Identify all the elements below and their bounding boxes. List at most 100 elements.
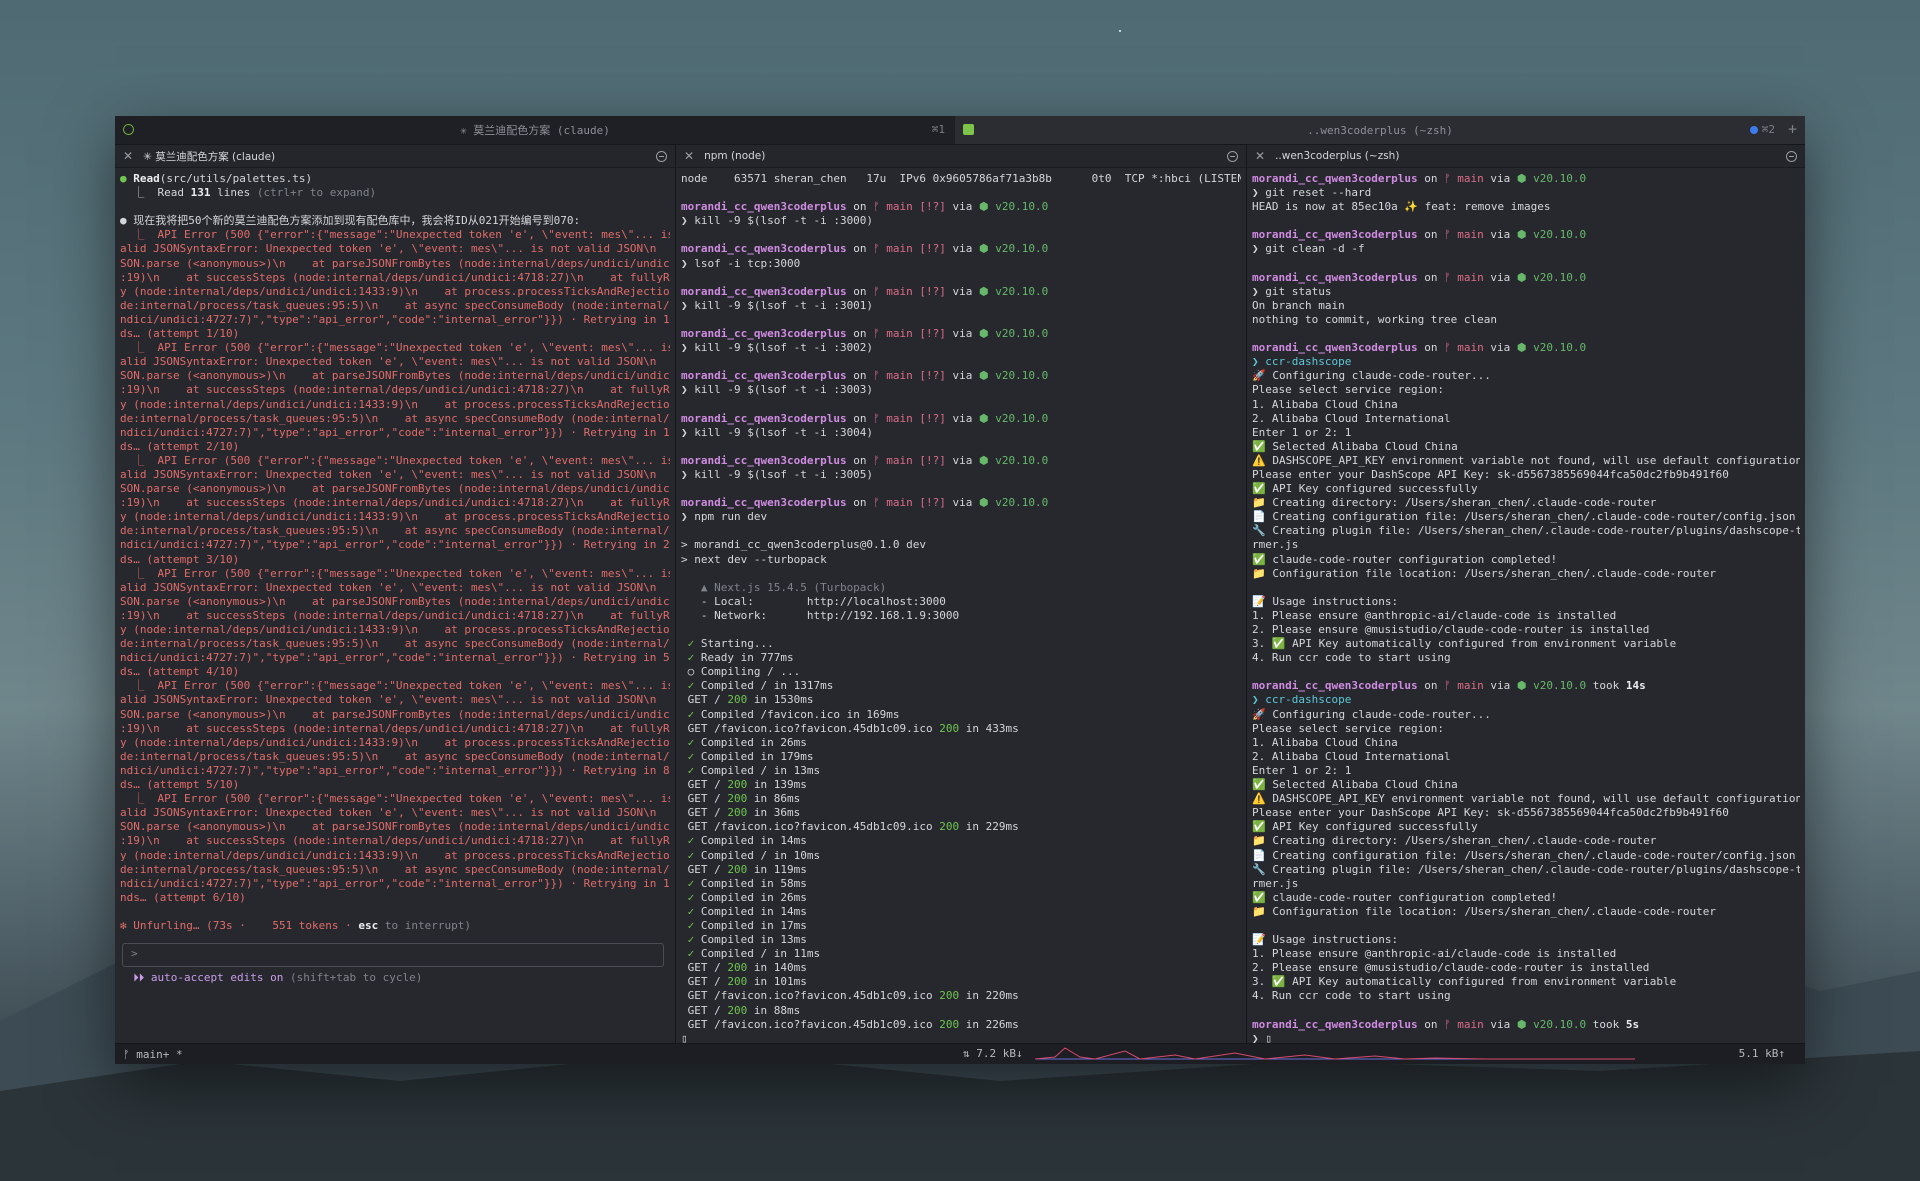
api-error-line: alid JSONSyntaxError: Unexpected token '… [120, 355, 670, 369]
api-error-line: :19)\n at successSteps (node:internal/de… [120, 496, 670, 510]
shell-output: ✅ API Key configured successfully [1252, 482, 1478, 496]
next-version: ▲ Next.js 15.4.5 (Turbopack) [681, 580, 887, 594]
log-line: GET /favicon.ico?favicon.45db1c09.ico 20… [681, 1017, 1019, 1031]
collapse-pane-icon[interactable] [1227, 150, 1238, 162]
api-error-line: ds… (attempt 4/10) [120, 665, 240, 679]
log-line: GET /favicon.ico?favicon.45db1c09.ico 20… [681, 820, 1019, 834]
pane-header: ✕ npm (node) [676, 145, 1246, 168]
api-error-line: ds… (attempt 1/10) [120, 327, 240, 341]
api-error-line: alid JSONSyntaxError: Unexpected token '… [120, 467, 670, 481]
git-branch-status: ᚠ main+ * [123, 1047, 183, 1061]
log-line: GET / 200 in 140ms [681, 961, 807, 975]
shell-prompt: morandi_cc_qwen3coderplus on ᚠ main [!?]… [681, 200, 1049, 214]
api-error-line: ndici/undici:4727:7)","type":"api_error"… [120, 538, 670, 552]
api-error-line: y (node:internal/deps/undici/undici:1433… [120, 397, 670, 411]
claude-pane[interactable]: ✕ ✳ 莫兰迪配色方案 (claude) ● Read(src/utils/pa… [115, 145, 675, 1043]
api-error-line: de:internal/process/task_queues:95:5)\n … [120, 862, 670, 876]
shell-prompt: morandi_cc_qwen3coderplus on ᚠ main [!?]… [681, 284, 1049, 298]
tab-shortcut: ⌘1 [931, 123, 945, 136]
network-down: ⇅ 7.2 kB↓ [963, 1047, 1023, 1060]
shell-output: 📝 Usage instructions: [1252, 933, 1399, 947]
collapse-pane-icon[interactable] [1786, 150, 1797, 162]
log-line: ✓ Compiled in 26ms [681, 735, 807, 749]
api-error-line: ⎿ API Error (500 {"error":{"message":"Un… [120, 566, 670, 580]
close-pane-icon[interactable]: ✕ [684, 149, 694, 163]
shell-output: 📁 Configuration file location: /Users/sh… [1252, 904, 1717, 918]
tab-shortcut: ⌘2 [1749, 123, 1775, 136]
tab-claude[interactable]: ✳ 莫兰迪配色方案 (claude) ⌘1 [115, 116, 955, 144]
shell-prompt-input[interactable]: ❯ ▯ [1252, 1032, 1800, 1043]
api-error-line: y (node:internal/deps/undici/undici:1433… [120, 735, 670, 749]
shell-output: 📁 Creating directory: /Users/sheran_chen… [1252, 834, 1657, 848]
shell-output: ❯ ccr-dashscope [1252, 693, 1352, 707]
log-line: GET / 200 in 88ms [681, 1003, 801, 1017]
shell-output: Enter 1 or 2: 1 [1252, 763, 1352, 777]
shell-command: ❯ kill -9 $(lsof -t -i :3002) [681, 341, 874, 355]
network-up: 5.1 kB↑ [1738, 1047, 1785, 1060]
api-error-line: ⎿ API Error (500 {"error":{"message":"Un… [120, 228, 670, 242]
api-error-line: ndici/undici:4727:7)","type":"api_error"… [120, 763, 670, 777]
api-error-line: alid JSONSyntaxError: Unexpected token '… [120, 693, 670, 707]
npm-pane[interactable]: ✕ npm (node) node 63571 sheran_chen 17u … [675, 145, 1246, 1043]
log-line: ✓ Compiled in 14ms [681, 834, 807, 848]
shell-output: 📁 Configuration file location: /Users/sh… [1252, 566, 1717, 580]
terminal-tab-icon [963, 124, 974, 135]
shell-output: 2. Please ensure @musistudio/claude-code… [1252, 623, 1650, 636]
shell-prompt: morandi_cc_qwen3coderplus on ᚠ main via … [1252, 270, 1587, 284]
api-error-line: ndici/undici:4727:7)","type":"api_error"… [120, 651, 670, 665]
shell-output: 2. Please ensure @musistudio/claude-code… [1252, 961, 1650, 975]
shell-output: 2. Alibaba Cloud International [1252, 749, 1451, 763]
log-line: GET / 200 in 1530ms [681, 693, 814, 707]
network-url: - Network: http://192.168.1.9:3000 [681, 608, 960, 622]
shell-output: 🚀 Configuring claude-code-router... [1252, 369, 1491, 383]
activity-dot-icon [1749, 126, 1758, 134]
terminal-window: ✳ 莫兰迪配色方案 (claude) ⌘1 ..wen3coderplus (~… [115, 116, 1805, 1064]
shell-command: ❯ kill -9 $(lsof -t -i :3000) [681, 214, 874, 228]
shell-output: Please enter your DashScope API Key: sk-… [1252, 467, 1729, 481]
pane-title: ..wen3coderplus (~zsh) [1275, 150, 1400, 162]
shell-output: 1. Alibaba Cloud China [1252, 735, 1398, 749]
api-error-line: ndici/undici:4727:7)","type":"api_error"… [120, 425, 670, 439]
api-error-line: :19)\n at successSteps (node:internal/de… [120, 721, 670, 735]
status-bar: ᚠ main+ * ⇅ 7.2 kB↓ 5.1 kB↑ [115, 1043, 1805, 1064]
log-line: GET / 200 in 101ms [681, 975, 807, 989]
shell-output: Please select service region: [1252, 383, 1445, 397]
new-tab-button[interactable]: + [1788, 120, 1797, 138]
shell-command: ❯ lsof -i tcp:3000 [681, 256, 801, 270]
log-line: ✓ Compiled / in 10ms [681, 848, 821, 862]
api-error-line: ds… (attempt 2/10) [120, 439, 240, 453]
api-error-line: alid JSONSyntaxError: Unexpected token '… [120, 242, 670, 256]
api-error-line: ndici/undici:4727:7)","type":"api_error"… [120, 312, 670, 326]
shell-output: 3. ✅ API Key automatically configured fr… [1252, 637, 1677, 651]
command-history: morandi_cc_qwen3coderplus on ᚠ main [!?]… [681, 186, 1241, 524]
shell-command: ❯ kill -9 $(lsof -t -i :3003) [681, 383, 874, 397]
log-line: GET / 200 in 139ms [681, 778, 807, 792]
zsh-pane[interactable]: ✕ ..wen3coderplus (~zsh) morandi_cc_qwen… [1246, 145, 1805, 1043]
tab-zsh[interactable]: ..wen3coderplus (~zsh) ⌘2 + [955, 116, 1805, 144]
shell-output: 3. ✅ API Key automatically configured fr… [1252, 975, 1677, 989]
read-line: ● Read(src/utils/palettes.ts) [120, 172, 313, 185]
pane-container: ✕ ✳ 莫兰迪配色方案 (claude) ● Read(src/utils/pa… [115, 145, 1805, 1043]
shell-command: ❯ npm run dev [681, 510, 768, 524]
pane-header: ✕ ✳ 莫兰迪配色方案 (claude) [115, 145, 675, 168]
claude-tab-icon [123, 124, 134, 135]
shell-output: ✅ claude-code-router configuration compl… [1252, 890, 1558, 904]
collapse-pane-icon[interactable] [656, 150, 667, 162]
close-pane-icon[interactable]: ✕ [1255, 149, 1265, 163]
pane-title: ✳ 莫兰迪配色方案 (claude) [143, 150, 276, 163]
log-line: ✓ Compiled in 17ms [681, 918, 807, 932]
api-error-line: de:internal/process/task_queues:95:5)\n … [120, 298, 670, 312]
shell-command: ❯ kill -9 $(lsof -t -i :3004) [681, 425, 874, 439]
shell-prompt: morandi_cc_qwen3coderplus on ᚠ main via … [1252, 341, 1587, 355]
log-line: GET / 200 in 36ms [681, 806, 801, 820]
api-error-line: de:internal/process/task_queues:95:5)\n … [120, 524, 670, 538]
api-error-line: nds… (attempt 6/10) [120, 890, 246, 904]
api-error-list: ⎿ API Error (500 {"error":{"message":"Un… [120, 228, 670, 905]
cursor: ▯ [681, 1031, 688, 1043]
shell-output: 1. Please ensure @anthropic-ai/claude-co… [1252, 947, 1617, 961]
log-line: ✓ Compiled in 179ms [681, 749, 814, 763]
mode-indicator[interactable]: ⏵⏵ auto-accept edits on (shift+tab to cy… [120, 971, 670, 985]
api-error-line: ds… (attempt 3/10) [120, 552, 240, 566]
prompt-input[interactable]: > [122, 943, 664, 968]
close-pane-icon[interactable]: ✕ [123, 149, 133, 163]
